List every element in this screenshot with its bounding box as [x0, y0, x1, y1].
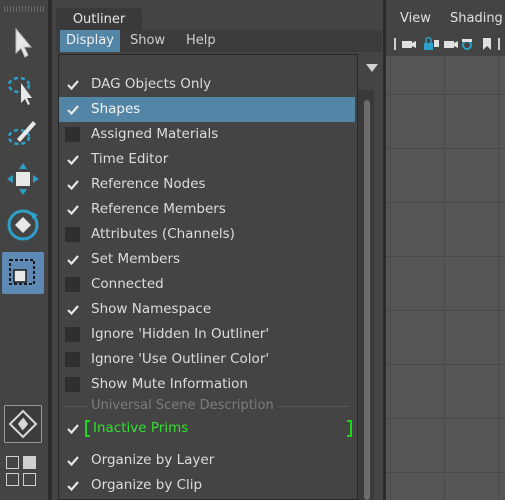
menu-item-label: Assigned Materials [91, 126, 219, 142]
menu-item-inactive-prims[interactable]: Inactive Prims [59, 416, 355, 441]
menu-item-ignore-use-outliner-color[interactable]: Ignore 'Use Outliner Color' [59, 347, 355, 372]
unchecked-box-icon [65, 327, 80, 342]
unchecked-box-icon [65, 352, 80, 367]
unchecked-box-icon [65, 227, 80, 242]
checkmark-icon [65, 77, 80, 92]
usd-section-header: Universal Scene Description [87, 396, 278, 416]
menu-item-label: Shapes [91, 101, 141, 117]
menu-show[interactable]: Show [124, 30, 171, 52]
viewport-icon-bar [394, 35, 505, 53]
select-arrow-icon [15, 27, 33, 58]
two-pane-icon[interactable] [23, 473, 36, 486]
menu-item-shapes[interactable]: Shapes [59, 97, 355, 122]
unchecked-box-icon [65, 377, 80, 392]
lasso-select-icon [7, 76, 32, 105]
menu-item-label: Attributes (Channels) [91, 226, 235, 242]
move-tool-icon [7, 163, 39, 195]
menu-item-label: Ignore 'Hidden In Outliner' [91, 326, 270, 342]
layout-icon [8, 409, 38, 439]
outliner-menubar: Display Show Help [56, 30, 382, 52]
rotate-tool-icon [7, 209, 39, 241]
layout-preset-icon[interactable] [23, 456, 36, 469]
tool-box [0, 0, 48, 500]
menu-view[interactable]: View [400, 11, 431, 26]
checkmark-icon [65, 252, 80, 267]
quick-layout-button[interactable] [4, 405, 42, 443]
menu-item-attributes-channels[interactable]: Attributes (Channels) [59, 222, 355, 247]
checkmark-icon [65, 152, 80, 167]
menu-item-reference-members[interactable]: Reference Members [59, 197, 355, 222]
menu-item-time-editor[interactable]: Time Editor [59, 147, 355, 172]
lasso-tool-button[interactable] [2, 68, 44, 110]
menu-item-connected[interactable]: Connected [59, 272, 355, 297]
checkmark-icon [65, 177, 80, 192]
viewport-menubar: View Shading [386, 8, 505, 30]
image-plane-icon [462, 39, 472, 50]
menu-item-assigned-materials[interactable]: Assigned Materials [59, 122, 355, 147]
menu-shading[interactable]: Shading [450, 11, 503, 26]
camera-select-icon [402, 41, 416, 48]
checkmark-icon [65, 453, 80, 468]
menu-item-label: Show Namespace [91, 301, 212, 317]
menu-item-label: Reference Members [91, 201, 226, 217]
select-tool-button[interactable] [2, 22, 44, 64]
scrollbar-thumb[interactable] [364, 100, 370, 500]
menu-item-show-mute-information[interactable]: Show Mute Information [59, 372, 355, 397]
menu-item-label: DAG Objects Only [91, 76, 212, 92]
bookmark-icon [483, 38, 491, 50]
camera-attributes-icon [444, 41, 458, 48]
four-pane-icon[interactable] [6, 473, 19, 486]
menu-help[interactable]: Help [180, 30, 222, 52]
scale-tool-button[interactable] [2, 252, 44, 294]
menu-item-label: Organize by Layer [91, 452, 215, 468]
move-tool-button[interactable] [2, 158, 44, 200]
checkmark-icon [65, 102, 80, 117]
menu-item-organize-by-layer[interactable]: Organize by Layer [59, 448, 355, 473]
usd-section-separator: Universal Scene Description [59, 396, 355, 416]
unchecked-box-icon [65, 277, 80, 292]
menu-item-label: Connected [91, 276, 164, 292]
green-bracket-right [347, 420, 352, 437]
menu-item-label: Organize by Clip [91, 477, 203, 493]
menu-item-dag-objects-only[interactable]: DAG Objects Only [59, 72, 355, 97]
outliner-tab[interactable]: Outliner [56, 8, 142, 30]
menu-item-label: Show Mute Information [91, 376, 248, 392]
checkmark-icon [65, 421, 80, 436]
filter-dropdown-arrow-icon[interactable] [366, 64, 378, 72]
menu-item-show-namespace[interactable]: Show Namespace [59, 297, 355, 322]
checkmark-icon [65, 202, 80, 217]
paint-select-icon [7, 121, 36, 146]
rotate-tool-button[interactable] [2, 204, 44, 246]
camera-lock-icon [424, 36, 439, 50]
toolbox-grip[interactable] [4, 6, 44, 12]
unchecked-box-icon [65, 127, 80, 142]
menu-display[interactable]: Display [60, 30, 120, 52]
menu-item-label: Time Editor [91, 151, 169, 167]
scale-tool-icon [9, 259, 35, 285]
single-pane-icon[interactable] [6, 456, 19, 469]
checkmark-icon [65, 478, 80, 493]
menu-item-ignore-hidden-in-outliner[interactable]: Ignore 'Hidden In Outliner' [59, 322, 355, 347]
menu-item-reference-nodes[interactable]: Reference Nodes [59, 172, 355, 197]
menu-item-label: Ignore 'Use Outliner Color' [91, 351, 270, 367]
menu-item-label: Reference Nodes [91, 176, 206, 192]
menu-item-set-members[interactable]: Set Members [59, 247, 355, 272]
menu-item-label: Set Members [91, 251, 181, 267]
toolbar-grip-icon [394, 38, 396, 50]
toolbar-separator-icon [498, 38, 500, 50]
menu-item-label: Inactive Prims [93, 420, 189, 436]
menu-item-organize-by-clip[interactable]: Organize by Clip [59, 473, 355, 498]
checkmark-icon [65, 302, 80, 317]
paint-select-tool-button[interactable] [2, 112, 44, 154]
green-bracket-left [85, 420, 90, 437]
viewport-grid[interactable] [386, 56, 505, 500]
